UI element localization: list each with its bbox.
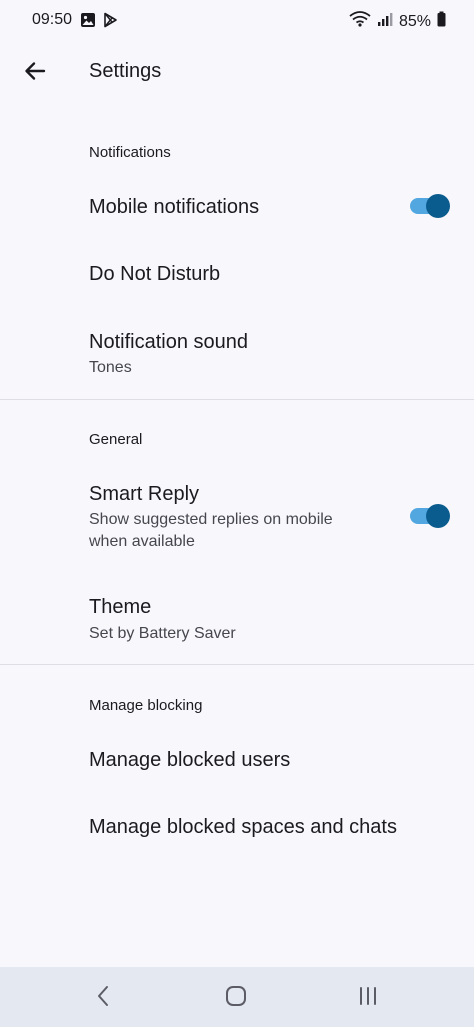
arrow-left-icon bbox=[23, 59, 47, 88]
status-notification-icons bbox=[80, 12, 118, 33]
setting-title: Notification sound bbox=[89, 331, 248, 353]
setting-subtitle: Set by Battery Saver bbox=[89, 625, 236, 642]
setting-manage-blocked-users[interactable]: Manage blocked users bbox=[0, 726, 474, 794]
battery-icon bbox=[437, 11, 446, 32]
image-icon bbox=[80, 12, 96, 33]
toggle-thumb bbox=[426, 194, 450, 218]
setting-title: Theme bbox=[89, 596, 152, 618]
mobile-notifications-toggle[interactable] bbox=[408, 193, 452, 219]
toggle-thumb bbox=[426, 504, 450, 528]
status-system-icons: 85% bbox=[349, 11, 446, 32]
setting-notification-sound[interactable]: Notification sound Tones bbox=[0, 306, 474, 398]
nav-home-icon bbox=[225, 985, 247, 1012]
status-time: 09:50 bbox=[32, 11, 73, 28]
setting-title: Manage blocked users bbox=[89, 749, 291, 771]
back-button[interactable] bbox=[14, 52, 56, 94]
wifi-icon bbox=[349, 11, 371, 32]
section-header-manage-blocking: Manage blocking bbox=[89, 697, 203, 714]
nav-recents-icon bbox=[357, 986, 379, 1011]
battery-percentage: 85% bbox=[398, 12, 431, 30]
section-divider bbox=[0, 399, 474, 400]
app-bar: Settings bbox=[0, 42, 474, 102]
setting-title: Mobile notifications bbox=[89, 196, 260, 218]
smart-reply-toggle[interactable] bbox=[408, 503, 452, 529]
page-title: Settings bbox=[89, 60, 162, 82]
section-divider bbox=[0, 664, 474, 665]
signal-icon bbox=[377, 11, 393, 32]
setting-smart-reply[interactable]: Smart Reply Show suggested replies on mo… bbox=[0, 462, 474, 570]
nav-back-icon bbox=[96, 985, 110, 1012]
setting-manage-blocked-spaces[interactable]: Manage blocked spaces and chats bbox=[0, 794, 474, 862]
setting-title: Do Not Disturb bbox=[89, 263, 221, 285]
nav-home-button[interactable] bbox=[221, 983, 251, 1013]
setting-title: Manage blocked spaces and chats bbox=[89, 816, 397, 838]
setting-do-not-disturb[interactable]: Do Not Disturb bbox=[0, 240, 474, 306]
play-store-icon bbox=[102, 12, 118, 33]
setting-theme[interactable]: Theme Set by Battery Saver bbox=[0, 572, 474, 664]
setting-subtitle-line1: Show suggested replies on mobile bbox=[89, 511, 333, 528]
nav-back-button[interactable] bbox=[88, 983, 118, 1013]
section-header-general: General bbox=[89, 431, 143, 448]
system-nav-bar bbox=[0, 967, 474, 1027]
setting-subtitle-line2: when available bbox=[89, 533, 195, 550]
setting-title: Smart Reply bbox=[89, 483, 200, 505]
section-header-notifications: Notifications bbox=[89, 144, 171, 161]
setting-mobile-notifications[interactable]: Mobile notifications bbox=[0, 172, 474, 240]
nav-recents-button[interactable] bbox=[353, 983, 383, 1013]
status-bar: 09:50 85% bbox=[0, 0, 474, 42]
setting-subtitle: Tones bbox=[89, 359, 132, 376]
